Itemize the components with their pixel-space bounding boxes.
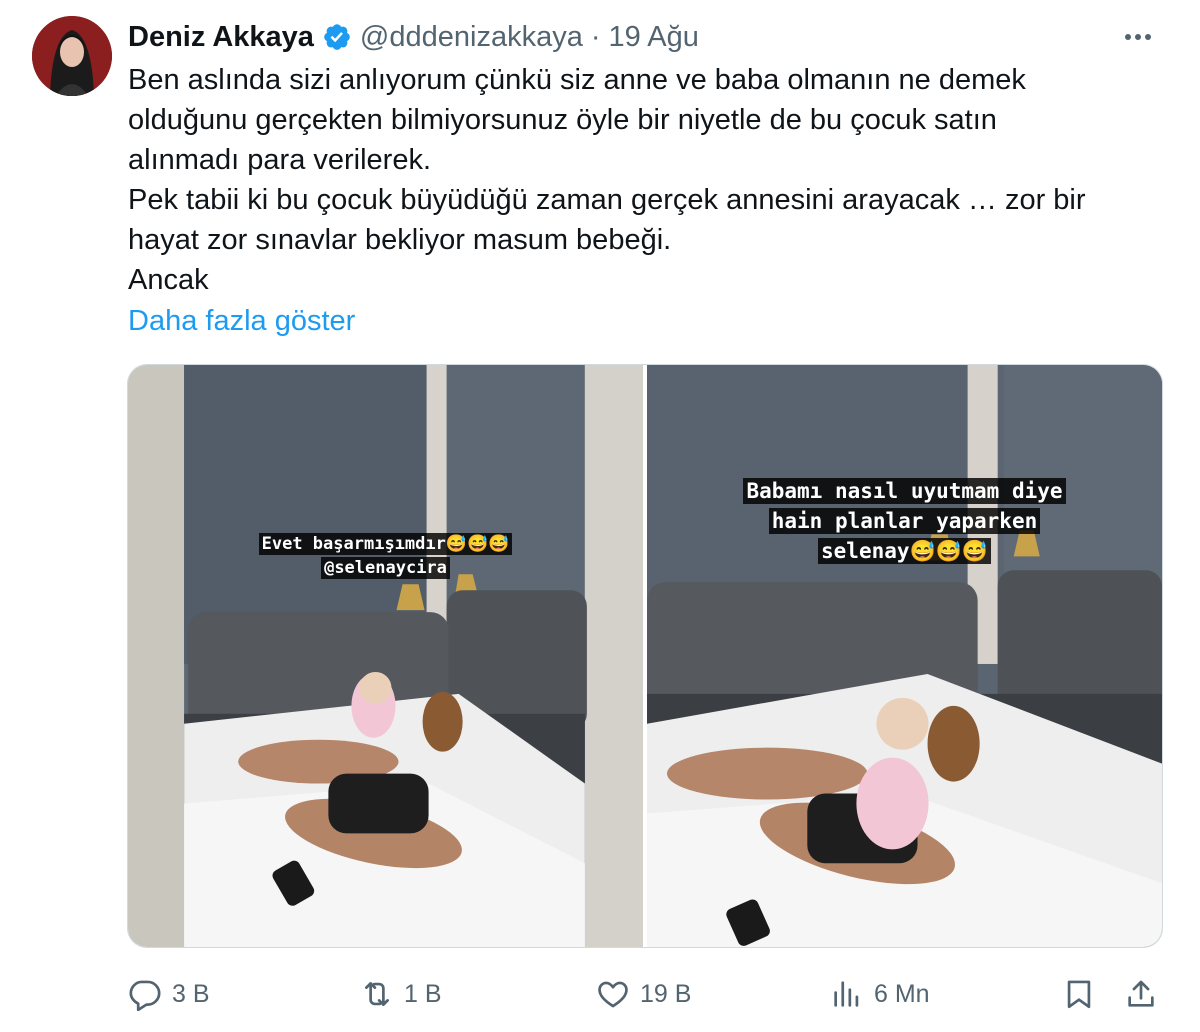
bookmark-button[interactable]: [1062, 972, 1096, 1016]
show-more-link[interactable]: Daha fazla göster: [128, 301, 355, 341]
tweet-header: Deniz Akkaya @dddenizakkaya · 19 Ağu: [128, 18, 699, 56]
media-photo-1[interactable]: Evet başarmışımdır😅😅😅 @selenaycira: [128, 365, 643, 947]
separator-dot: ·: [590, 20, 601, 53]
like-icon: [598, 981, 628, 1008]
author-avatar[interactable]: [32, 16, 112, 96]
tweet-text-line: Ben aslında sizi anlıyorum çünkü siz ann…: [128, 64, 1026, 96]
repost-icon: [365, 982, 389, 1006]
reply-button[interactable]: 3 B: [128, 972, 210, 1016]
reply-icon: [129, 980, 161, 1011]
share-icon: [1128, 980, 1154, 1007]
views-count: 6 Mn: [874, 979, 930, 1008]
tweet-text-line: hayat zor sınavlar bekliyor masum bebeği…: [128, 224, 672, 256]
repost-button[interactable]: 1 B: [360, 972, 442, 1016]
tweet-text-line: olduğunu gerçekten bilmiyorsunuz öyle bi…: [128, 104, 997, 136]
share-button[interactable]: [1124, 972, 1158, 1016]
caption-line: @selenaycira: [321, 557, 450, 579]
author-name[interactable]: Deniz Akkaya: [128, 21, 314, 54]
media-1-caption: Evet başarmışımdır😅😅😅 @selenaycira: [128, 532, 643, 580]
views-button[interactable]: 6 Mn: [830, 972, 930, 1016]
tweet-text-line: Pek tabii ki bu çocuk büyüdüğü zaman ger…: [128, 184, 1086, 216]
caption-line: Babamı nasıl uyutmam diye: [743, 478, 1066, 504]
verified-badge-icon: [324, 24, 350, 50]
caption-line: hain planlar yaparken: [768, 508, 1041, 534]
tweet-text-line: alınmadı para verilerek.: [128, 144, 432, 176]
media-grid: Evet başarmışımdır😅😅😅 @selenaycira Babam…: [127, 364, 1163, 948]
action-bar: 3 B 1 B 19 B 6 Mn: [128, 972, 1168, 1016]
like-button[interactable]: 19 B: [596, 972, 691, 1016]
more-options-button[interactable]: [1116, 22, 1160, 52]
views-icon: [834, 981, 859, 1007]
caption-line: selenay😅😅😅: [818, 538, 991, 564]
tweet-text: Ben aslında sizi anlıyorum çünkü siz ann…: [128, 60, 1168, 300]
like-count: 19 B: [640, 979, 692, 1008]
more-icon: [1125, 34, 1131, 40]
tweet-text-line: Ancak: [128, 264, 209, 296]
caption-line: Evet başarmışımdır😅😅😅: [258, 533, 513, 555]
bookmark-icon: [1067, 980, 1091, 1009]
tweet-date[interactable]: 19 Ağu: [609, 21, 699, 54]
author-handle[interactable]: @dddenizakkaya: [360, 21, 583, 54]
reply-count: 3 B: [172, 979, 210, 1008]
media-2-caption: Babamı nasıl uyutmam diye hain planlar y…: [647, 476, 1162, 566]
repost-count: 1 B: [404, 979, 442, 1008]
media-photo-2[interactable]: Babamı nasıl uyutmam diye hain planlar y…: [647, 365, 1162, 947]
